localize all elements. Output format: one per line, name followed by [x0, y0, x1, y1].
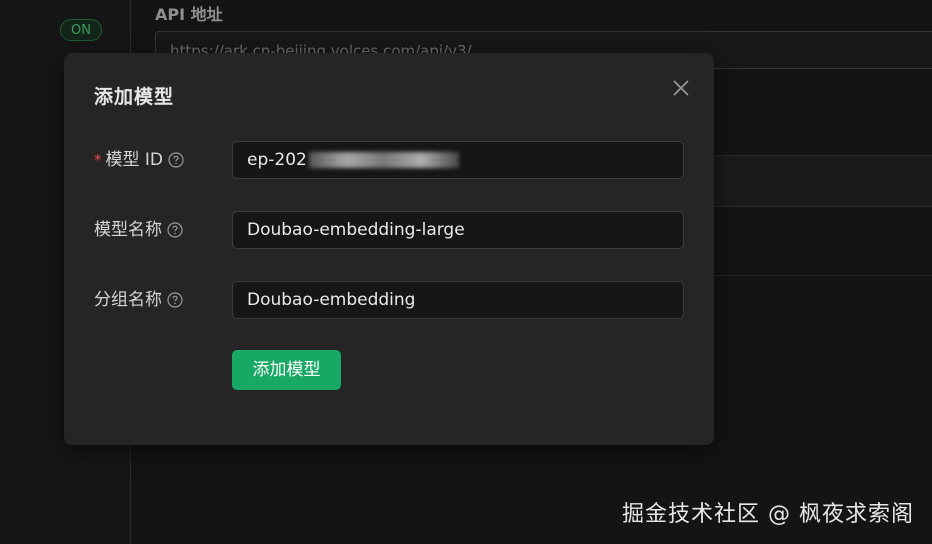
help-icon[interactable]: [167, 222, 183, 238]
help-icon[interactable]: [168, 152, 184, 168]
model-id-label-text: 模型 ID: [105, 150, 164, 170]
redacted-text: [308, 152, 459, 168]
model-id-label: * 模型 ID: [94, 141, 184, 179]
group-name-input[interactable]: Doubao-embedding: [232, 281, 684, 319]
group-name-row: 分组名称 Doubao-embedding: [94, 281, 684, 319]
background-row: [700, 155, 932, 207]
add-model-dialog: 添加模型 * 模型 ID ep-202 模型名称 Doubao-embeddin…: [64, 53, 714, 445]
model-id-input[interactable]: ep-202: [232, 141, 684, 179]
model-name-row: 模型名称 Doubao-embedding-large: [94, 211, 684, 249]
help-icon[interactable]: [167, 292, 183, 308]
group-name-label-text: 分组名称: [94, 290, 162, 310]
model-name-input[interactable]: Doubao-embedding-large: [232, 211, 684, 249]
model-id-value: ep-202: [247, 150, 307, 170]
model-id-row: * 模型 ID ep-202: [94, 141, 684, 179]
required-mark: *: [94, 151, 102, 169]
group-name-label: 分组名称: [94, 281, 183, 319]
close-icon[interactable]: [672, 79, 690, 97]
api-address-label: API 地址: [155, 5, 223, 24]
model-name-label: 模型名称: [94, 211, 183, 249]
add-model-button[interactable]: 添加模型: [232, 350, 341, 390]
app-page: ON API 地址 https://ark.cn-beijing.volces.…: [0, 0, 932, 544]
dialog-title: 添加模型: [94, 86, 175, 108]
model-name-label-text: 模型名称: [94, 220, 162, 240]
on-status-badge[interactable]: ON: [60, 19, 102, 41]
watermark: 掘金技术社区 @ 枫夜求索阁: [622, 502, 914, 527]
close-button[interactable]: [672, 79, 690, 97]
